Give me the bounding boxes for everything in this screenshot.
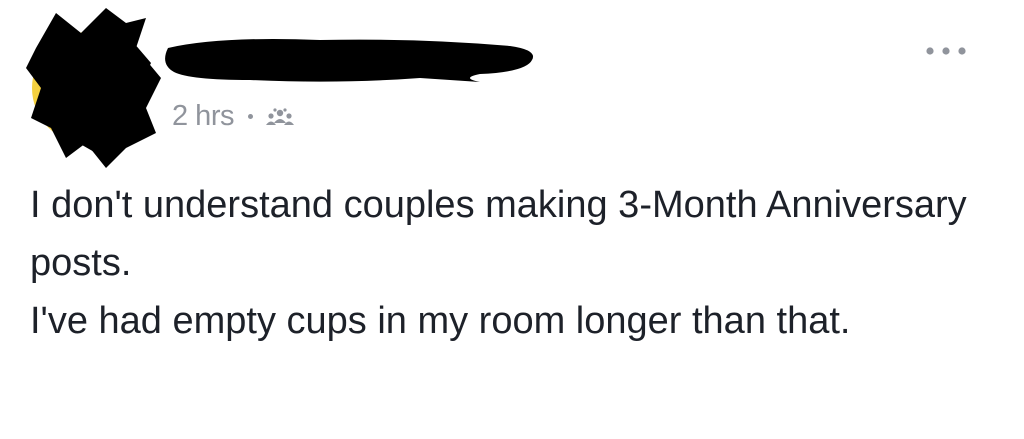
more-options-icon <box>926 47 966 55</box>
post-meta: 2 hrs <box>172 96 295 136</box>
friends-icon[interactable] <box>265 105 295 127</box>
post-body: I don't understand couples making 3-Mont… <box>30 176 990 350</box>
author-name-redacted[interactable] <box>160 28 540 88</box>
separator-dot <box>247 113 253 119</box>
facebook-post: 2 hrs I don't understand couples making … <box>0 0 1024 439</box>
post-line-1: I don't understand couples making 3-Mont… <box>30 184 967 284</box>
redaction-scribble-avatar <box>26 8 161 168</box>
timestamp[interactable]: 2 hrs <box>172 100 234 133</box>
more-options-button[interactable] <box>920 36 974 66</box>
friends-icon-graphic <box>265 108 294 125</box>
redaction-scribble-name <box>165 39 534 82</box>
post-line-2: I've had empty cups in my room longer th… <box>30 300 851 342</box>
avatar-redacted[interactable] <box>26 8 166 168</box>
